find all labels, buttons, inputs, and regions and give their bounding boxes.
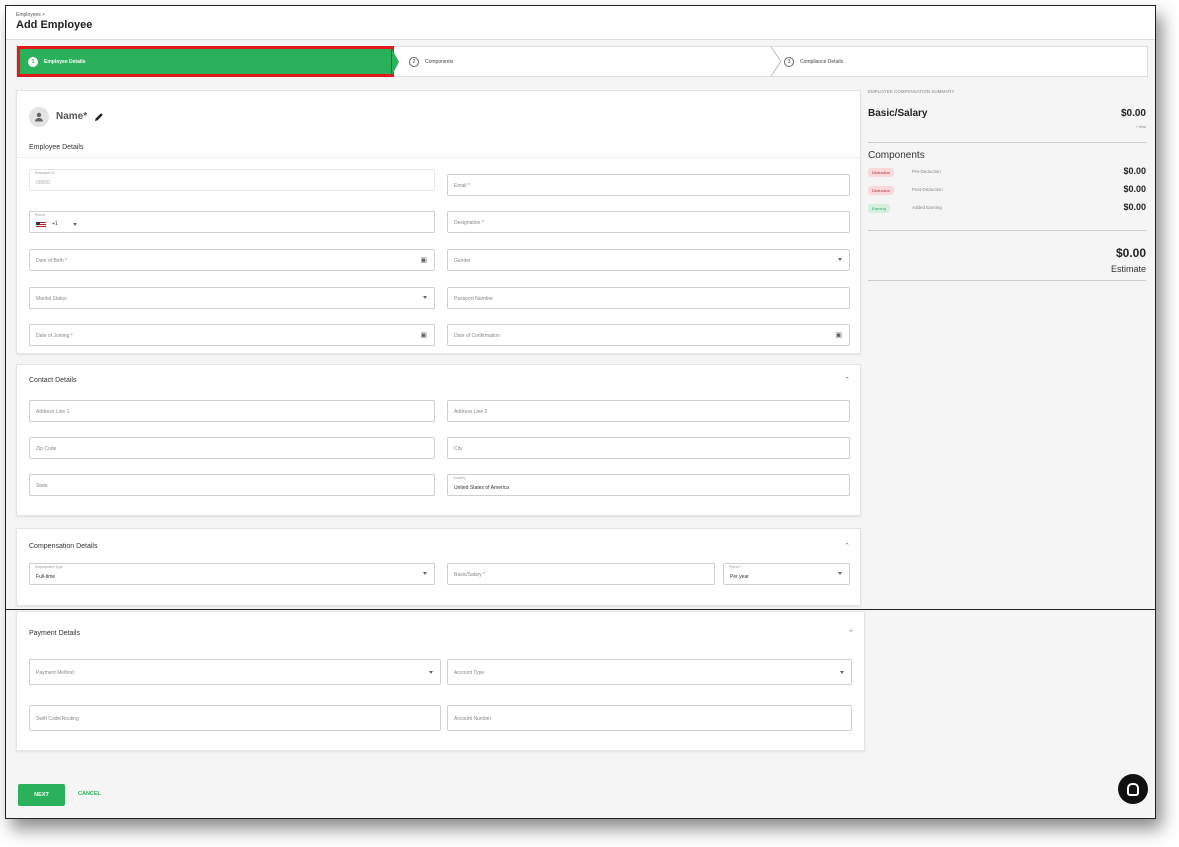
employee-details-card: Name* Employee Details Employee ID 00000… — [16, 90, 862, 354]
email-field[interactable]: Email * — [447, 174, 850, 196]
earning-badge: Earning — [868, 204, 890, 213]
address-line-1-field[interactable]: Address Line 1 — [29, 400, 435, 422]
page-header: Employees > Add Employee — [6, 6, 1155, 40]
address-line-2-field[interactable]: Address Line 2 — [447, 400, 850, 422]
phone-field[interactable]: Phone +1 — [29, 211, 435, 233]
chevron-down-icon — [840, 671, 844, 674]
calendar-icon[interactable]: ▣ — [420, 256, 427, 264]
designation-field[interactable]: Designation * — [447, 211, 850, 233]
breadcrumb[interactable]: Employees > — [16, 12, 45, 18]
chat-bubble-icon — [1127, 782, 1139, 796]
components-title: Components — [868, 150, 925, 161]
section-title: Employee Details — [29, 144, 84, 151]
deduction-badge: Deduction — [868, 168, 895, 177]
step-number-3: 3 — [784, 56, 794, 67]
chevron-down-icon — [423, 572, 427, 575]
date-of-joining-field[interactable]: Date of Joining * ▣ — [29, 324, 435, 346]
summary-label: EMPLOYEE COMPENSATION SUMMARY — [868, 89, 955, 94]
account-number-field[interactable]: Account Number — [447, 705, 852, 731]
divider — [868, 142, 1146, 143]
chevron-down-icon — [429, 671, 433, 674]
step-components[interactable]: 2 Components — [409, 47, 453, 76]
chat-launcher-icon[interactable] — [1118, 774, 1148, 804]
step-employee-details[interactable]: 1 Employee Details — [17, 46, 394, 77]
chevron-down-icon[interactable] — [73, 223, 77, 226]
chevron-up-icon[interactable]: ⌃ — [844, 376, 850, 384]
employee-id-field: Employee ID 00000 — [29, 169, 435, 191]
payment-details-card: Payment Details ⌃ Payment Method Account… — [16, 611, 865, 751]
state-field[interactable]: State — [29, 474, 435, 496]
compensation-details-card: Compensation Details ⌃ Employment Type F… — [16, 528, 861, 606]
chevron-up-icon[interactable]: ⌃ — [844, 542, 850, 550]
section-title: Compensation Details — [29, 543, 98, 550]
step-number-1: 1 — [28, 56, 38, 67]
person-icon — [35, 112, 43, 122]
period-select[interactable]: Period * Per year — [723, 563, 850, 585]
chevron-down-icon — [838, 572, 842, 575]
contact-details-card: Contact Details ⌃ Address Line 1 Address… — [16, 364, 861, 516]
step-number-2: 2 — [409, 56, 419, 67]
total-estimate-value: $0.00 — [1115, 246, 1146, 260]
us-flag-icon[interactable] — [36, 222, 46, 228]
step-label: Components — [425, 58, 454, 65]
step-label: Compliance Details — [800, 58, 844, 65]
chevron-right-icon — [770, 47, 782, 76]
marital-status-select[interactable]: Marital Status — [29, 287, 435, 309]
summary-row: Deduction Post-Deduction $0.00 — [868, 184, 1146, 198]
deduction-badge: Deduction — [868, 186, 895, 195]
compensation-summary: EMPLOYEE COMPENSATION SUMMARY Basic/Sala… — [866, 86, 1151, 616]
per-year-label: / Year — [1135, 124, 1146, 129]
step-arrow — [392, 49, 399, 75]
step-label: Employee Details — [44, 58, 86, 65]
date-of-birth-field[interactable]: Date of Birth * ▣ — [29, 249, 435, 271]
section-title: Contact Details — [29, 377, 77, 384]
app-window: Employees > Add Employee 1 Employee Deta… — [5, 5, 1156, 819]
basic-salary-field[interactable]: Basic/Salary * — [447, 563, 715, 585]
cancel-button[interactable]: CANCEL — [78, 791, 101, 797]
divider — [17, 157, 862, 158]
date-of-confirmation-field[interactable]: Date of Confirmation ▣ — [447, 324, 850, 346]
summary-row: Earning Added Earning $0.00 — [868, 202, 1146, 216]
payment-method-select[interactable]: Payment Method — [29, 659, 441, 685]
calendar-icon[interactable]: ▣ — [835, 331, 842, 339]
name-label: Name* — [56, 111, 88, 122]
passport-number-field[interactable]: Passport Number — [447, 287, 850, 309]
section-title: Payment Details — [29, 630, 80, 637]
basic-salary-label: Basic/Salary — [868, 108, 928, 119]
chevron-down-icon — [423, 296, 427, 299]
account-type-select[interactable]: Account Type — [447, 659, 852, 685]
edit-pencil-icon[interactable] — [94, 112, 104, 122]
stepper: 1 Employee Details 2 Components 3 Compli… — [16, 46, 1148, 77]
employment-type-select[interactable]: Employment Type Full-time — [29, 563, 435, 585]
avatar[interactable] — [29, 107, 49, 127]
gender-select[interactable]: Gender — [447, 249, 850, 271]
summary-row: Deduction Pre-Deduction $0.00 — [868, 166, 1146, 180]
divider — [868, 280, 1146, 281]
page-title: Add Employee — [16, 19, 93, 31]
step-compliance-details[interactable]: 3 Compliance Details — [784, 47, 843, 76]
divider — [868, 230, 1146, 231]
estimate-label: Estimate — [1110, 264, 1146, 274]
zip-code-field[interactable]: Zip Code — [29, 437, 435, 459]
calendar-icon[interactable]: ▣ — [420, 331, 427, 339]
next-button[interactable]: NEXT — [18, 784, 65, 806]
chevron-down-icon — [838, 258, 842, 261]
swift-code-field[interactable]: Swift Code/Routing — [29, 705, 441, 731]
chevron-up-icon[interactable]: ⌃ — [848, 629, 854, 637]
basic-salary-value: $0.00 — [1120, 108, 1146, 119]
country-field[interactable]: Country United States of America — [447, 474, 850, 496]
city-field[interactable]: City — [447, 437, 850, 459]
